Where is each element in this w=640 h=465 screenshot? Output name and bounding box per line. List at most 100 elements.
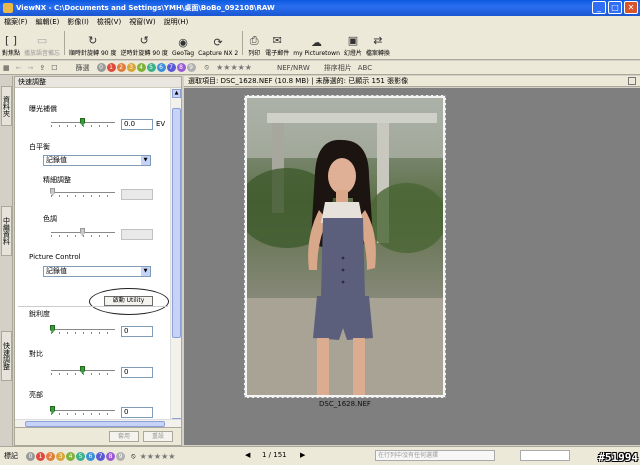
back-icon[interactable]: ← [13, 64, 25, 72]
launch-utility-button[interactable]: 啟動 Utility [104, 296, 153, 306]
print-icon: ⎙ [249, 33, 259, 47]
mark-dot-6[interactable]: 6 [86, 451, 95, 461]
watermark-id: #51994 [598, 451, 638, 464]
exposure-slider[interactable] [51, 118, 115, 127]
mark-stars[interactable]: ★★★★★ [140, 452, 176, 461]
no-rating-icon[interactable]: ⦸ [202, 63, 213, 72]
sort-abc-icon[interactable]: ABC [355, 64, 375, 72]
mark-dot-1[interactable]: 1 [36, 451, 45, 461]
menu-file[interactable]: 檔案(F) [0, 17, 32, 27]
menu-bar: 檔案(F) 編輯(E) 影像(I) 檢視(V) 視窗(W) 說明(H) [0, 16, 640, 28]
filter-dot-4[interactable]: 4 [136, 63, 146, 72]
brightness-input[interactable]: 0 [121, 407, 153, 418]
contrast-slider[interactable] [51, 366, 115, 375]
picture-control-label: Picture Control [29, 253, 81, 261]
exposure-input[interactable]: 0.0 [121, 119, 153, 130]
play-voice-memo-button[interactable]: ▭ 播放語音備忘 [22, 34, 62, 59]
reset-button[interactable]: 重設 [143, 431, 173, 442]
email-button[interactable]: ✉ 電子郵件 [263, 34, 291, 59]
geotag-icon: ◉ [178, 36, 188, 49]
mark-dot-5[interactable]: 5 [76, 451, 85, 461]
panel-vertical-scrollbar[interactable]: ▲ ▼ [170, 88, 181, 428]
geotag-button[interactable]: ◉ GeoTag [170, 36, 196, 59]
mark-dot-8[interactable]: 8 [106, 451, 115, 461]
white-balance-select[interactable]: 記錄值 ▼ [43, 155, 151, 166]
next-page-icon[interactable]: ▶ [300, 451, 305, 459]
portrait-photo [247, 98, 443, 395]
rotate-cw-icon: ↻ [88, 34, 98, 47]
filter-dot-3[interactable]: 3 [126, 63, 136, 72]
filter-dot-1[interactable]: 1 [106, 63, 116, 72]
photo-frame[interactable] [244, 95, 446, 398]
filter-toolbar: ▦ ← → ⇪ ☐ 篩選 0 1 2 3 4 5 6 7 8 9 ⦸ ★★★★★… [0, 61, 640, 75]
tint-slider[interactable] [51, 228, 115, 237]
rotate-ccw-button[interactable]: ↺ 逆時針旋轉 90 度 [118, 34, 169, 59]
apply-button[interactable]: 套用 [109, 431, 139, 442]
focus-point-button[interactable]: [ ] 對焦點 [0, 34, 22, 59]
capture-nx-button[interactable]: ⟳ Capture NX 2 [196, 36, 240, 59]
white-balance-label: 白平衡 [29, 143, 50, 151]
filter-dot-2[interactable]: 2 [116, 63, 126, 72]
application-window: ViewNX - C:\Documents and Settings\YMH\桌… [0, 0, 640, 465]
file-type-filter[interactable]: NEF/NRW [274, 64, 313, 72]
page-indicator: 1 / 151 [262, 451, 287, 459]
fine-adjust-slider[interactable] [50, 188, 115, 197]
rotate-cw-button[interactable]: ↻ 順時針旋轉 90 度 [67, 34, 118, 59]
sort-photos-button[interactable]: 排序相片 [321, 63, 355, 73]
picturetown-button[interactable]: ☁ my Picturetown [291, 36, 342, 59]
mark-dot-7[interactable]: 7 [96, 451, 105, 461]
forward-icon[interactable]: → [25, 64, 37, 72]
filter-dot-9[interactable]: 9 [186, 63, 196, 72]
exposure-label: 曝光補償 [29, 105, 57, 113]
brightness-slider[interactable] [50, 406, 115, 415]
close-button[interactable]: ✕ [624, 1, 638, 14]
contrast-input[interactable]: 0 [121, 367, 153, 378]
quick-adjust-panel: 快速調整 曝光補償 0.0 EV 白平衡 記錄值 ▼ 精細調整 色調 Pictu… [14, 76, 182, 446]
sharpness-input[interactable]: 0 [121, 326, 153, 337]
slideshow-button[interactable]: ▣ 幻燈片 [342, 34, 364, 59]
panel-scroll-thumb[interactable] [172, 108, 181, 338]
label-icon[interactable]: ☐ [48, 64, 60, 72]
print-button[interactable]: ⎙ 列印 [245, 34, 263, 59]
no-mark-icon[interactable]: ⦸ [131, 452, 136, 461]
image-viewer: DSC_1628.NEF [184, 88, 640, 445]
file-convert-button[interactable]: ⇄ 檔案轉換 [364, 34, 392, 59]
up-folder-icon[interactable]: ⇪ [36, 64, 48, 72]
mark-dot-0[interactable]: 0 [26, 451, 35, 461]
filter-dot-7[interactable]: 7 [166, 63, 176, 72]
menu-view[interactable]: 檢視(V) [93, 17, 125, 27]
minimize-button[interactable]: _ [592, 1, 606, 14]
zoom-field[interactable] [520, 450, 570, 461]
tab-metadata[interactable]: 中繼資料 [1, 206, 12, 256]
tab-quick-adjust[interactable]: 快速調整 [1, 331, 12, 381]
mark-dot-9[interactable]: 9 [116, 451, 125, 461]
fine-adjust-input[interactable] [121, 189, 153, 200]
mark-dot-2[interactable]: 2 [46, 451, 55, 461]
filter-dot-6[interactable]: 6 [156, 63, 166, 72]
picture-control-select[interactable]: 記錄值 ▼ [43, 266, 151, 277]
filter-dot-0[interactable]: 0 [96, 63, 106, 72]
filter-label[interactable]: 篩選 [73, 63, 93, 73]
mark-dot-4[interactable]: 4 [66, 451, 75, 461]
photo-preview[interactable] [247, 98, 443, 395]
play-voice-memo-icon: ▭ [36, 34, 48, 47]
email-icon: ✉ [272, 34, 282, 47]
maximize-button[interactable]: □ [608, 1, 622, 14]
tint-input[interactable] [121, 229, 153, 240]
grid-view-icon[interactable]: ▦ [0, 64, 13, 72]
search-field[interactable]: 在行列中沒有任何選擇 [375, 450, 495, 461]
tab-folders[interactable]: 資料夾 [1, 86, 12, 126]
menu-image[interactable]: 影像(I) [63, 17, 93, 27]
menu-help[interactable]: 說明(H) [160, 17, 193, 27]
sharpness-slider[interactable] [50, 325, 115, 334]
fine-adjust-label: 精細調整 [43, 176, 71, 184]
panel-horizontal-scrollbar[interactable] [15, 419, 181, 427]
filter-dot-8[interactable]: 8 [176, 63, 186, 72]
mark-dot-3[interactable]: 3 [56, 451, 65, 461]
star-rating-filter[interactable]: ★★★★★ [216, 63, 252, 72]
viewer-expand-icon[interactable] [628, 77, 636, 85]
filter-dot-5[interactable]: 5 [146, 63, 156, 72]
menu-window[interactable]: 視窗(W) [125, 17, 159, 27]
menu-edit[interactable]: 編輯(E) [32, 17, 64, 27]
prev-page-icon[interactable]: ◀ [245, 451, 250, 459]
